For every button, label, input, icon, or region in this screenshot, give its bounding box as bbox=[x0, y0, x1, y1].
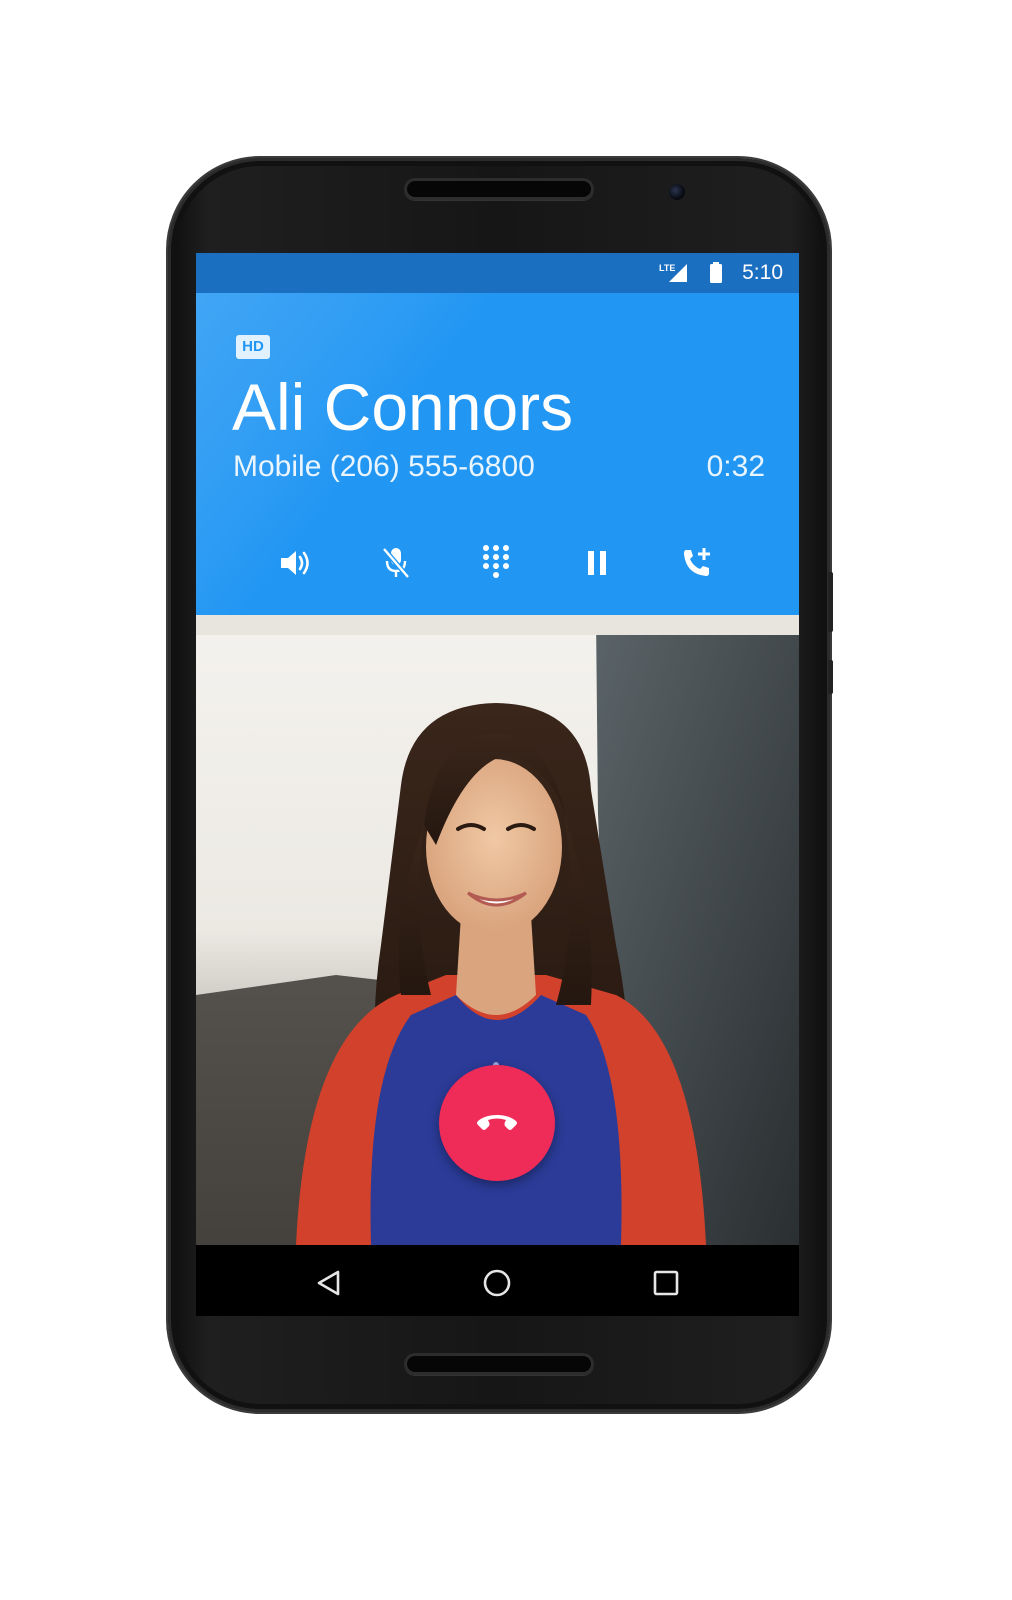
screen: LTE 5:10 HD Ali Connors Mobile (206) 555… bbox=[196, 253, 799, 1316]
hold-button[interactable] bbox=[575, 543, 619, 583]
home-icon bbox=[483, 1269, 511, 1297]
mute-button[interactable] bbox=[374, 543, 418, 583]
end-call-button[interactable] bbox=[439, 1065, 555, 1181]
dialpad-icon bbox=[483, 545, 509, 578]
speaker-button[interactable] bbox=[274, 543, 318, 583]
end-call-icon bbox=[477, 1115, 517, 1130]
navigation-bar bbox=[196, 1245, 799, 1316]
front-camera bbox=[669, 184, 685, 200]
network-type-label: LTE bbox=[659, 263, 675, 273]
recents-icon bbox=[653, 1270, 679, 1296]
earpiece-speaker bbox=[404, 178, 594, 200]
mute-mic-icon bbox=[382, 547, 410, 579]
battery-icon bbox=[709, 262, 723, 288]
add-call-button[interactable] bbox=[675, 543, 719, 583]
volume-button bbox=[828, 572, 833, 632]
signal-icon: LTE bbox=[659, 262, 689, 288]
pause-icon bbox=[588, 551, 606, 575]
device-mockup: LTE 5:10 HD Ali Connors Mobile (206) 555… bbox=[0, 0, 1012, 1600]
back-button[interactable] bbox=[309, 1263, 349, 1303]
add-call-icon bbox=[684, 548, 710, 576]
call-header: HD Ali Connors Mobile (206) 555-6800 0:3… bbox=[196, 293, 799, 615]
call-duration: 0:32 bbox=[706, 450, 765, 483]
recents-button[interactable] bbox=[646, 1263, 686, 1303]
contact-name: Ali Connors bbox=[232, 370, 574, 444]
hd-badge: HD bbox=[236, 335, 270, 359]
home-button[interactable] bbox=[477, 1263, 517, 1303]
call-actions-bar bbox=[196, 543, 799, 583]
bottom-speaker bbox=[404, 1353, 594, 1375]
status-time: 5:10 bbox=[742, 261, 783, 284]
contact-phone-number: Mobile (206) 555-6800 bbox=[233, 450, 535, 483]
power-button bbox=[828, 660, 833, 694]
status-bar: LTE 5:10 bbox=[196, 253, 799, 293]
dialpad-button[interactable] bbox=[474, 543, 518, 583]
speaker-icon bbox=[281, 551, 309, 575]
back-icon bbox=[317, 1270, 340, 1296]
